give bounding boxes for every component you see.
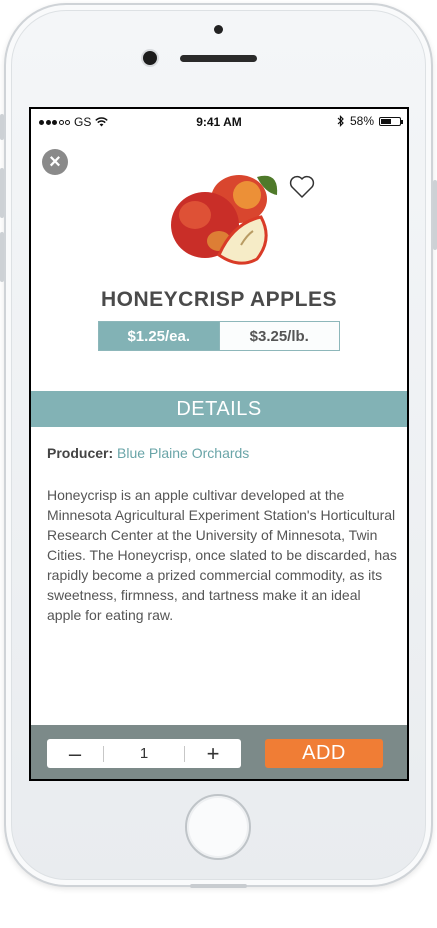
- decrement-button[interactable]: –: [47, 739, 103, 768]
- front-camera: [143, 51, 157, 65]
- details-header: DETAILS: [31, 391, 407, 427]
- volume-down-button: [0, 232, 4, 282]
- product-title: HONEYCRISP APPLES: [100, 288, 338, 311]
- price-option-pound[interactable]: $3.25/lb.: [218, 322, 339, 350]
- favorite-heart-icon[interactable]: [289, 175, 315, 199]
- close-icon: ×: [49, 151, 61, 173]
- producer-label: Producer:: [47, 445, 114, 461]
- price-toggle: $1.25/ea. $3.25/lb.: [98, 321, 340, 351]
- phone-bottom-edge: [190, 884, 247, 888]
- proximity-sensor: [214, 25, 223, 34]
- quantity-stepper: – 1 +: [47, 739, 241, 768]
- phone-screen: GS 9:41 AM 58% × HONEYCRISP APPLES $1.25…: [29, 107, 409, 781]
- apple-photo: [171, 175, 278, 265]
- producer-link[interactable]: Blue Plaine Orchards: [117, 445, 249, 461]
- mute-switch: [0, 114, 4, 140]
- battery-percent: 58%: [349, 114, 374, 128]
- power-button: [433, 180, 437, 250]
- add-to-cart-button[interactable]: ADD: [265, 739, 383, 768]
- quantity-value[interactable]: 1: [104, 745, 184, 762]
- volume-up-button: [0, 168, 4, 218]
- earpiece-speaker: [180, 55, 257, 62]
- battery-icon: [379, 116, 403, 126]
- status-bar: GS 9:41 AM 58%: [31, 109, 407, 135]
- action-bar: – 1 + ADD: [31, 725, 407, 779]
- app-screen: GS 9:41 AM 58% × HONEYCRISP APPLES $1.25…: [31, 109, 407, 779]
- bluetooth-icon: [337, 115, 344, 127]
- system-status: 58%: [337, 114, 403, 128]
- home-button[interactable]: [185, 794, 251, 860]
- close-button[interactable]: ×: [42, 149, 68, 175]
- price-option-each[interactable]: $1.25/ea.: [99, 322, 219, 350]
- increment-button[interactable]: +: [185, 739, 241, 768]
- product-description: Honeycrisp is an apple cultivar develope…: [47, 487, 397, 623]
- producer-line: Producer: Blue Plaine Orchards: [47, 445, 249, 461]
